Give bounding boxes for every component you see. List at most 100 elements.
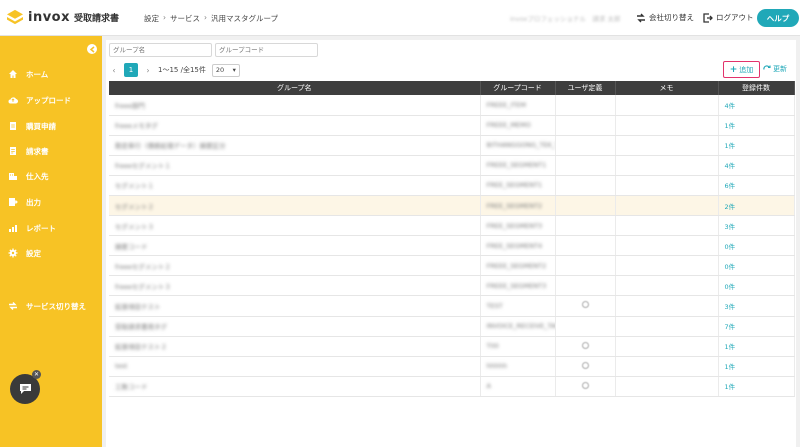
- user-defined-cell: [555, 95, 616, 116]
- group-name-cell: 拡張項目テスト２: [109, 336, 481, 357]
- sidebar-item-reports[interactable]: レポート: [8, 221, 56, 235]
- table-row[interactable]: 摘要コード FREE_SEGMENT4 0件: [109, 235, 795, 257]
- sidebar-item-purchase-request[interactable]: 購買申請: [8, 119, 56, 133]
- table-row[interactable]: 拡張項目テスト２ T00 1件: [109, 336, 795, 357]
- user-defined-cell: [555, 115, 616, 136]
- table-row[interactable]: test hhhhh 1件: [109, 356, 795, 377]
- sidebar-collapse-button[interactable]: [87, 44, 97, 54]
- column-header-memo[interactable]: メモ: [615, 81, 719, 95]
- count-cell[interactable]: 4件: [718, 95, 795, 116]
- logout-label: ログアウト: [716, 13, 754, 22]
- breadcrumb-item-settings[interactable]: 設定: [144, 13, 159, 24]
- add-button-label: 追加: [739, 65, 754, 74]
- count-cell[interactable]: 1件: [718, 115, 795, 136]
- count-cell-text: 4件: [724, 101, 736, 110]
- table-row[interactable]: freeeセグメント１ FREEE_SEGMENT1 4件: [109, 155, 795, 176]
- gear-icon: [8, 248, 18, 258]
- count-cell-text: 7件: [724, 323, 736, 332]
- table-row[interactable]: セグメント１ FREE_SEGMENT1 6件: [109, 175, 795, 196]
- caret-down-icon: ▾: [232, 66, 236, 74]
- logo[interactable]: invox 受取請求書: [6, 9, 119, 25]
- table-row[interactable]: freeeセグメント３ FREEE_SEGMENT3 0件: [109, 275, 795, 297]
- column-header-group-name[interactable]: グループ名: [109, 81, 481, 95]
- table-row[interactable]: 勘定奉行（債務処理データ）摘要区分 BITHANGGONG_TEK_T 1件: [109, 135, 795, 156]
- memo-cell: [615, 255, 719, 277]
- table-row[interactable]: 拡張項目テスト TEST 3件: [109, 295, 795, 317]
- breadcrumb-item-services[interactable]: サービス: [170, 13, 200, 24]
- count-cell-text: 1件: [724, 343, 736, 352]
- count-cell[interactable]: 4件: [718, 155, 795, 176]
- group-name-cell-text: 受取請求書用タグ: [115, 323, 167, 332]
- group-name-cell: freeeメモタグ: [109, 115, 481, 136]
- column-header-user-defined[interactable]: ユーザ定義: [555, 81, 616, 95]
- group-code-filter-input[interactable]: [215, 43, 318, 57]
- count-cell-text: 1件: [724, 363, 736, 372]
- group-code-cell: FREEE_MEMO: [480, 115, 556, 136]
- sidebar-item-suppliers[interactable]: 仕入先: [8, 169, 49, 183]
- sidebar-item-label: 出力: [26, 197, 41, 207]
- table-row[interactable]: 工数コード A 1件: [109, 376, 795, 397]
- group-code-cell: FREEE_SEGMENT3: [480, 275, 556, 297]
- table-row[interactable]: freeeメモタグ FREEE_MEMO 1件: [109, 115, 795, 136]
- add-button[interactable]: + 追加: [723, 61, 760, 78]
- column-header-count[interactable]: 登録件数: [718, 81, 795, 95]
- group-name-cell-text: freeeセグメント２: [115, 262, 171, 271]
- group-name-cell: freeeセグメント３: [109, 275, 481, 297]
- count-cell[interactable]: 3件: [718, 215, 795, 237]
- count-cell[interactable]: 3件: [718, 295, 795, 317]
- prev-page-button[interactable]: ‹: [110, 66, 118, 75]
- group-name-filter-input[interactable]: [109, 43, 212, 57]
- chat-widget-close-button[interactable]: ✕: [32, 370, 41, 379]
- group-code-cell: FREEE_ITEM: [480, 95, 556, 116]
- group-code-cell: FREE_SEGMENT4: [480, 235, 556, 257]
- memo-cell: [615, 295, 719, 317]
- table-row[interactable]: freeeセグメント２ FREEE_SEGMENT2 0件: [109, 255, 795, 277]
- page-size-select[interactable]: 20 ▾: [211, 63, 240, 77]
- count-cell[interactable]: 0件: [718, 235, 795, 257]
- count-cell[interactable]: 1件: [718, 135, 795, 156]
- sidebar-item-export[interactable]: 出力: [8, 195, 41, 209]
- count-cell[interactable]: 1件: [718, 336, 795, 357]
- column-header-group-code[interactable]: グループコード: [480, 81, 556, 95]
- logout-icon: [703, 12, 713, 23]
- table-row[interactable]: セグメント３ FREE_SEGMENT3 3件: [109, 215, 795, 237]
- group-code-cell: FREEE_SEGMENT1: [480, 155, 556, 176]
- count-cell[interactable]: 0件: [718, 275, 795, 297]
- sidebar-item-invoices[interactable]: 請求書: [8, 144, 49, 158]
- current-page-button[interactable]: 1: [124, 63, 138, 77]
- memo-cell: [615, 195, 719, 217]
- breadcrumb-item-current: 汎用マスタグループ: [211, 14, 279, 23]
- next-page-button[interactable]: ›: [144, 66, 152, 75]
- count-cell[interactable]: 2件: [718, 195, 795, 217]
- memo-cell: [615, 316, 719, 337]
- memo-cell: [615, 376, 719, 397]
- count-cell[interactable]: 7件: [718, 316, 795, 337]
- user-defined-cell: [555, 235, 616, 257]
- table-row[interactable]: 受取請求書用タグ INVOICE_RECEIVE_TAG 7件: [109, 316, 795, 337]
- sidebar-item-home[interactable]: ホーム: [8, 67, 48, 81]
- count-cell[interactable]: 1件: [718, 376, 795, 397]
- sidebar-item-upload[interactable]: アップロード: [8, 93, 71, 107]
- memo-cell: [615, 175, 719, 196]
- memo-cell: [615, 135, 719, 156]
- count-cell[interactable]: 0件: [718, 255, 795, 277]
- group-name-cell-text: 拡張項目テスト: [115, 302, 161, 311]
- group-name-cell-text: セグメント１: [115, 182, 154, 191]
- count-cell[interactable]: 1件: [718, 356, 795, 377]
- help-button[interactable]: ヘルプ: [757, 9, 799, 27]
- company-switch-link[interactable]: 会社切り替え: [636, 12, 694, 23]
- count-cell[interactable]: 6件: [718, 175, 795, 196]
- table-row[interactable]: セグメント２ FREE_SEGMENT2 2件: [109, 195, 795, 217]
- sidebar-item-settings[interactable]: 設定: [8, 246, 41, 260]
- pagination: ‹ 1 › 1〜15 /全15件 20 ▾: [110, 63, 240, 77]
- logout-link[interactable]: ログアウト: [703, 12, 754, 23]
- group-code-cell: FREE_SEGMENT1: [480, 175, 556, 196]
- table-row[interactable]: freee部門 FREEE_ITEM 4件: [109, 95, 795, 116]
- group-code-cell: hhhhh: [480, 356, 556, 377]
- refresh-button[interactable]: 更新: [763, 64, 787, 74]
- group-code-cell-text: hhhhh: [486, 362, 508, 371]
- memo-cell: [615, 95, 719, 116]
- sidebar-item-service-switch[interactable]: サービス切り替え: [8, 299, 86, 313]
- user-defined-cell: [555, 135, 616, 156]
- user-defined-cell: [555, 255, 616, 277]
